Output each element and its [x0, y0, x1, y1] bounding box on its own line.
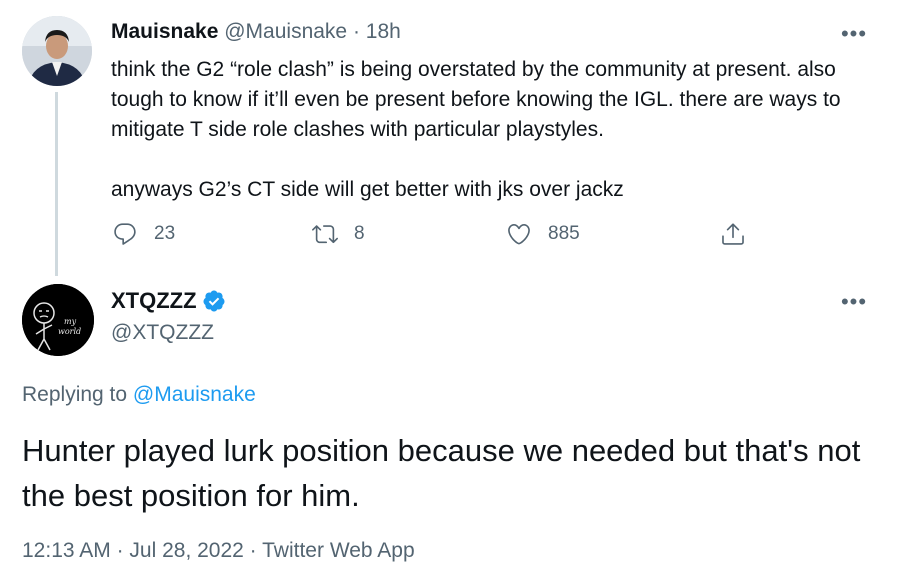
parent-tweet-text: think the G2 “role clash” is being overs…	[111, 55, 881, 205]
tweet-metadata: 12:13 AM · Jul 28, 2022 · Twitter Web Ap…	[22, 537, 415, 565]
more-icon[interactable]: •••	[840, 20, 868, 48]
replying-to: Replying to @Mauisnake	[22, 381, 256, 409]
retweet-button[interactable]: 8	[312, 218, 365, 250]
replying-prefix: Replying to	[22, 383, 133, 406]
parent-time-ago[interactable]: 18h	[366, 20, 401, 43]
main-handle[interactable]: @XTQZZZ	[111, 319, 214, 347]
verified-badge-icon	[203, 290, 225, 312]
tweet-source[interactable]: Twitter Web App	[262, 539, 415, 562]
more-icon-main[interactable]: •••	[840, 288, 868, 316]
retweet-count: 8	[354, 223, 365, 244]
meta-separator-2: ·	[243, 539, 263, 562]
main-avatar[interactable]: my world	[22, 284, 94, 356]
avatar-text-line2: world	[58, 327, 81, 336]
like-count: 885	[548, 223, 580, 244]
share-icon	[722, 223, 744, 245]
avatar-text-line1: my	[64, 317, 77, 326]
meta-separator-1: ·	[110, 539, 130, 562]
parent-avatar[interactable]	[22, 16, 92, 86]
tweet-time[interactable]: 12:13 AM	[22, 539, 111, 562]
parent-tweet-header: Mauisnake @Mauisnake · 18h	[111, 18, 401, 46]
main-display-name-row: XTQZZZ	[111, 287, 226, 315]
tweet-date[interactable]: Jul 28, 2022	[129, 539, 243, 562]
reply-count: 23	[154, 223, 176, 244]
parent-avatar-image	[22, 16, 92, 86]
share-button[interactable]	[720, 218, 746, 250]
parent-header-separator: ·	[347, 20, 366, 43]
replying-to-link[interactable]: @Mauisnake	[133, 383, 256, 406]
main-avatar-image: my world	[22, 284, 94, 356]
parent-handle[interactable]: @Mauisnake	[224, 20, 347, 43]
like-button[interactable]: 885	[506, 218, 580, 250]
main-tweet-text: Hunter played lurk position because we n…	[22, 433, 861, 513]
parent-tweet-paragraph-1: think the G2 “role clash” is being overs…	[111, 58, 841, 141]
like-icon	[508, 223, 530, 245]
parent-tweet-paragraph-2: anyways G2’s CT side will get better wit…	[111, 178, 624, 201]
reply-icon	[114, 223, 136, 245]
retweet-icon	[312, 225, 338, 244]
thread-connector-line	[55, 92, 58, 276]
main-display-name[interactable]: XTQZZZ	[111, 287, 197, 315]
reply-button[interactable]: 23	[112, 218, 175, 250]
parent-display-name[interactable]: Mauisnake	[111, 20, 218, 43]
